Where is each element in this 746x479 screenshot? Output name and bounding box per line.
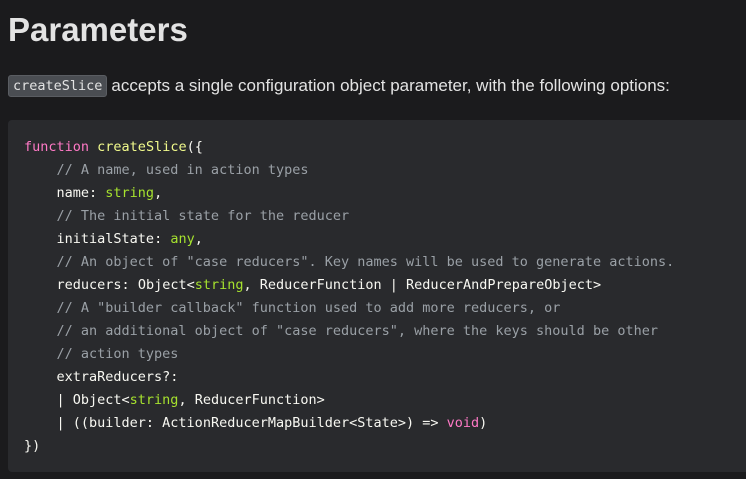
colon: : — [121, 277, 138, 293]
code-line-14: }) — [24, 438, 41, 454]
punctuation: ({ — [186, 139, 203, 155]
union-object: | Object< — [56, 392, 130, 408]
code-comment-line-9: // an additional object of "case reducer… — [24, 323, 658, 339]
code-comment-line-2: // A name, used in action types — [24, 162, 309, 178]
keyword-function: function — [24, 139, 90, 155]
property-initial-state: initialState — [56, 231, 155, 247]
keyword-void: void — [446, 415, 480, 431]
comma: , — [154, 185, 163, 201]
code-comment-line-8: // A "builder callback" function used to… — [24, 300, 561, 316]
type-any: any — [170, 231, 195, 247]
function-name: createSlice — [97, 139, 187, 155]
close-paren: ) — [479, 415, 488, 431]
comma: , — [194, 231, 203, 247]
code-line-11: extraReducers?: — [24, 366, 674, 389]
code-line-5: initialState: any, — [24, 228, 674, 251]
union-builder-callback: | ((builder: ActionReducerMapBuilder<Sta… — [56, 415, 447, 431]
code-line-12: | Object<string, ReducerFunction> — [24, 389, 674, 412]
code-line-7: reducers: Object<string, ReducerFunction… — [24, 274, 674, 297]
property-extra-reducers: extraReducers?: — [56, 369, 179, 385]
code-content: function createSlice({ // A name, used i… — [24, 136, 674, 458]
type-rest: , ReducerFunction | ReducerAndPrepareObj… — [243, 277, 602, 293]
type-string: string — [129, 392, 179, 408]
type-string: string — [194, 277, 244, 293]
code-comment-line-6: // An object of "case reducers". Key nam… — [24, 254, 675, 270]
intro-text: accepts a single configuration object pa… — [111, 76, 670, 95]
code-block[interactable]: function createSlice({ // A name, used i… — [8, 120, 746, 472]
type-object-open: Object< — [137, 277, 195, 293]
code-line-13: | ((builder: ActionReducerMapBuilder<Sta… — [24, 412, 674, 435]
property-name: name — [56, 185, 90, 201]
code-comment-line-4: // The initial state for the reducer — [24, 208, 350, 224]
code-line-1: function createSlice({ — [24, 136, 674, 159]
code-line-3: name: string, — [24, 182, 674, 205]
colon: : — [89, 185, 106, 201]
property-reducers: reducers — [56, 277, 122, 293]
type-string: string — [105, 185, 155, 201]
inline-code-createslice: createSlice — [8, 75, 108, 97]
code-comment-line-10: // action types — [24, 346, 179, 362]
page-heading: Parameters — [8, 11, 188, 48]
type-rest: , ReducerFunction> — [178, 392, 325, 408]
colon: : — [154, 231, 171, 247]
intro-paragraph: createSlice accepts a single configuratio… — [8, 74, 670, 98]
